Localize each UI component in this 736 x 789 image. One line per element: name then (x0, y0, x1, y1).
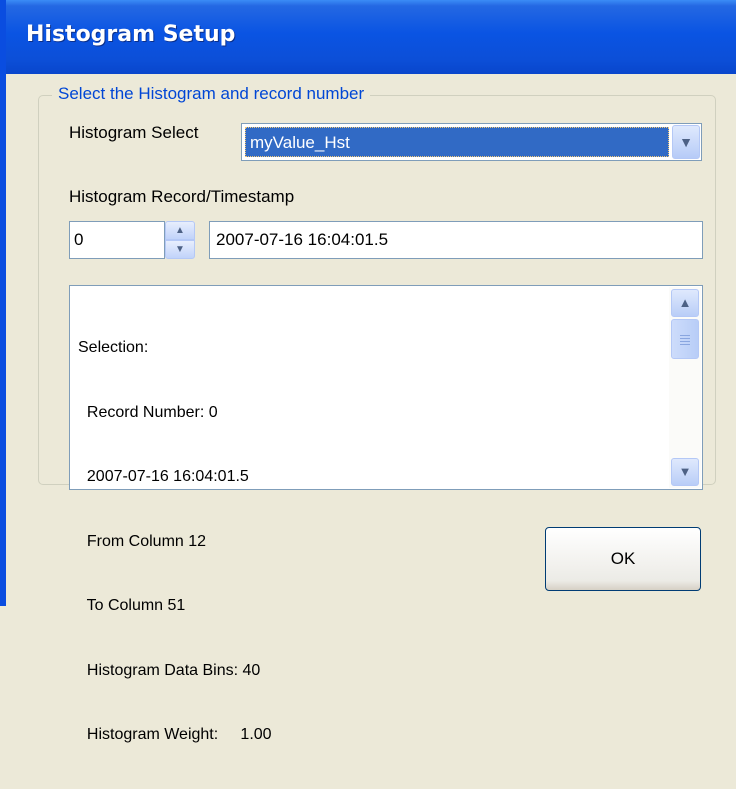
histogram-select-label: Histogram Select (69, 123, 199, 142)
selection-line: Histogram Data Bins: 40 (78, 661, 261, 679)
grip-line (680, 341, 690, 342)
spin-down-icon[interactable]: ▼ (165, 240, 195, 259)
selection-textarea[interactable]: Selection: Record Number: 0 2007-07-16 1… (69, 285, 703, 743)
selection-line: Record Number: 0 (78, 403, 218, 421)
grip-line (680, 338, 690, 339)
groupbox-legend: Select the Histogram and record number (52, 84, 371, 104)
scrollbar-thumb[interactable] (671, 319, 699, 359)
grip-line (680, 344, 690, 345)
title-bar[interactable]: Histogram Setup (6, 0, 736, 74)
scroll-down-icon[interactable]: ▼ (671, 458, 699, 486)
histogram-select-value: myValue_Hst (245, 127, 669, 157)
selection-line: 2007-07-16 16:04:01.5 (78, 468, 249, 485)
grip-line (680, 335, 690, 336)
chevron-down-icon[interactable]: ▼ (672, 125, 700, 159)
record-timestamp-label: Histogram Record/Timestamp (69, 187, 295, 206)
scroll-up-icon[interactable]: ▲ (671, 289, 699, 317)
histogram-select-combobox[interactable]: myValue_Hst ▼ (241, 123, 702, 161)
spin-up-icon[interactable]: ▲ (165, 221, 195, 240)
timestamp-field[interactable]: 2007-07-16 16:04:01.5 (209, 221, 703, 259)
selection-line: Histogram Weight: 1.00 (78, 726, 272, 743)
selection-line: Selection: (78, 339, 149, 356)
record-number-spinner: ▲ ▼ (165, 221, 195, 259)
vertical-scrollbar[interactable]: ▲ ▼ (669, 287, 701, 488)
histogram-setup-dialog: Histogram Setup Select the Histogram and… (0, 0, 736, 743)
ok-button[interactable]: OK (545, 527, 701, 591)
record-number-input[interactable]: 0 (69, 221, 165, 259)
window-title: Histogram Setup (26, 22, 236, 47)
